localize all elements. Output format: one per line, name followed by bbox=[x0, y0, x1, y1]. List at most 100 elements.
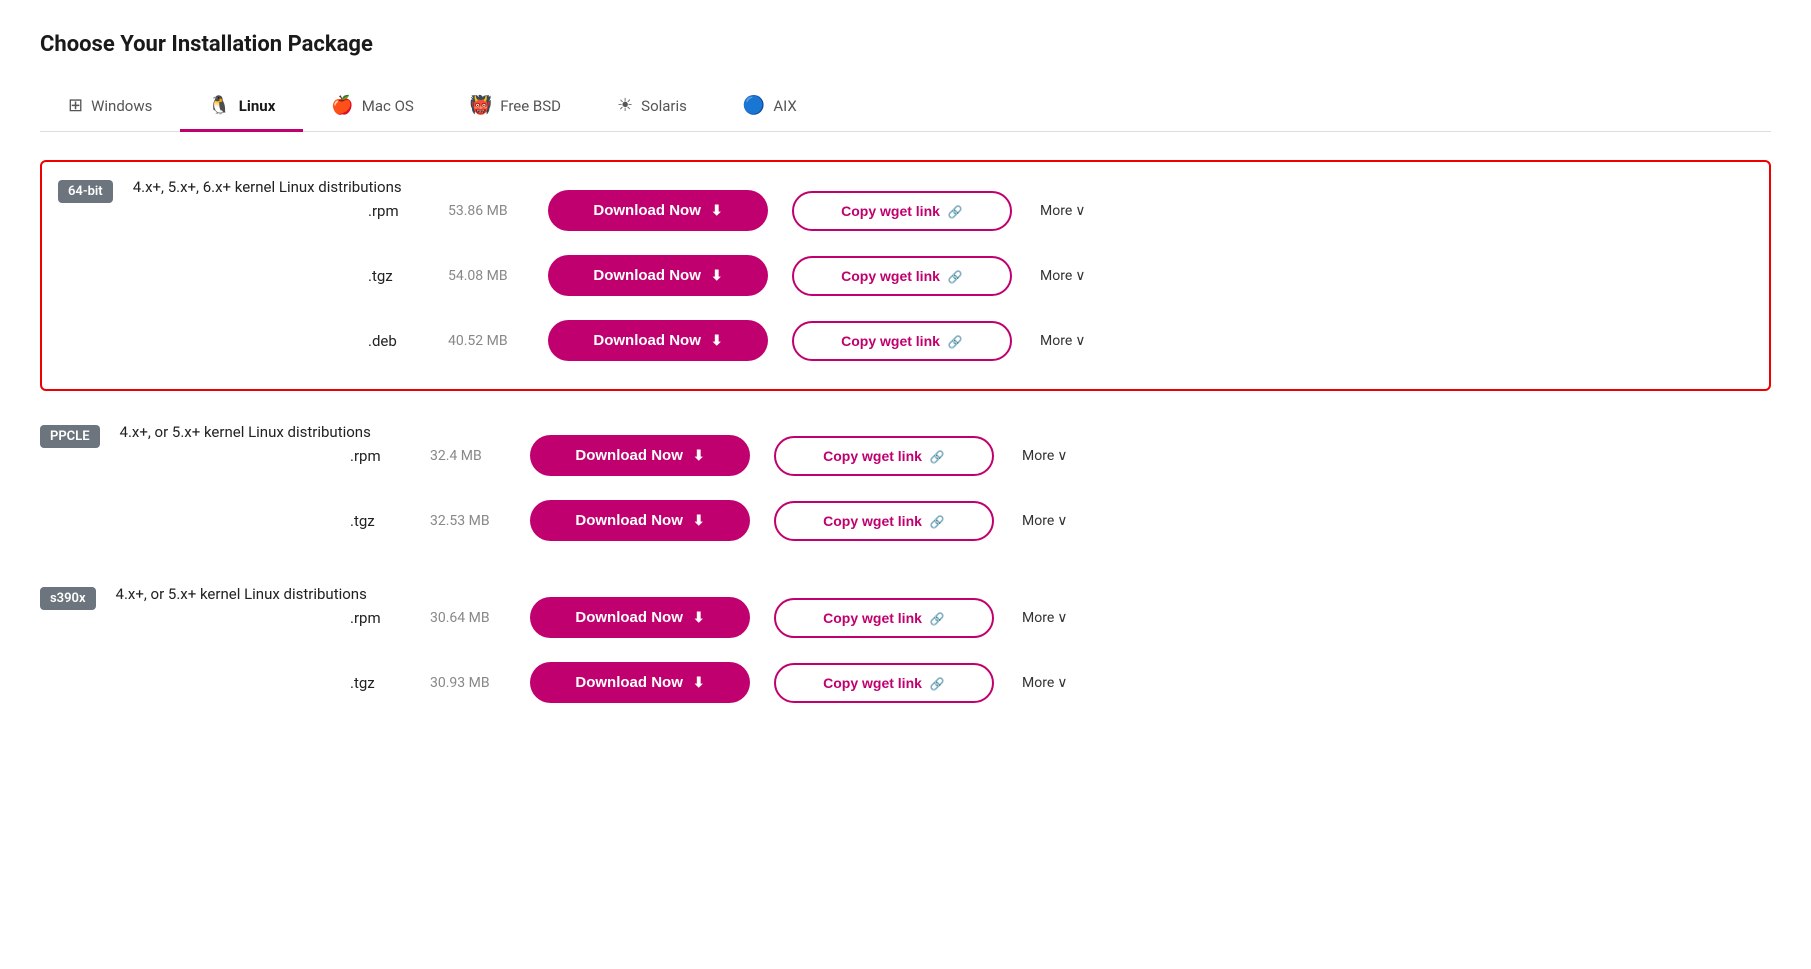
more-label: More bbox=[1022, 610, 1054, 626]
link-icon bbox=[948, 333, 963, 349]
arch-badge-ppcle: PPCLE bbox=[40, 425, 100, 448]
freebsd-icon: 👹 bbox=[470, 97, 492, 115]
package-size: 32.4 MB bbox=[430, 448, 530, 464]
more-link[interactable]: More ∨ bbox=[1040, 268, 1086, 284]
table-row: .tgz32.53 MBDownload NowCopy wget linkMo… bbox=[350, 488, 1068, 553]
table-row: .rpm30.64 MBDownload NowCopy wget linkMo… bbox=[350, 585, 1068, 650]
download-now-button[interactable]: Download Now bbox=[530, 435, 750, 476]
more-label: More bbox=[1022, 448, 1054, 464]
wget-label: Copy wget link bbox=[841, 268, 940, 284]
chevron-down-icon: ∨ bbox=[1075, 333, 1085, 349]
tab-freebsd[interactable]: 👹 Free BSD bbox=[442, 85, 589, 132]
more-label: More bbox=[1040, 203, 1072, 219]
more-link[interactable]: More ∨ bbox=[1022, 675, 1068, 691]
tab-label-freebsd: Free BSD bbox=[500, 97, 561, 115]
section-ppcle: PPCLE 4.x+, or 5.x+ kernel Linux distribu… bbox=[40, 423, 1771, 553]
copy-wget-button[interactable]: Copy wget link bbox=[792, 321, 1012, 361]
download-now-button[interactable]: Download Now bbox=[548, 320, 768, 361]
tab-label-aix: AIX bbox=[773, 97, 796, 115]
section-desc-s390x: 4.x+, or 5.x+ kernel Linux distributions bbox=[116, 585, 367, 603]
download-label: Download Now bbox=[593, 332, 701, 349]
download-now-button[interactable]: Download Now bbox=[530, 597, 750, 638]
link-icon bbox=[948, 268, 963, 284]
copy-wget-button[interactable]: Copy wget link bbox=[774, 598, 994, 638]
wget-label: Copy wget link bbox=[823, 610, 922, 626]
link-icon bbox=[930, 448, 945, 464]
chevron-down-icon: ∨ bbox=[1057, 513, 1067, 529]
download-icon bbox=[711, 267, 723, 284]
solaris-icon: ☀ bbox=[617, 97, 633, 115]
wget-label: Copy wget link bbox=[841, 203, 940, 219]
tab-solaris[interactable]: ☀ Solaris bbox=[589, 85, 715, 132]
tab-windows[interactable]: ⊞Windows bbox=[40, 85, 180, 132]
download-label: Download Now bbox=[593, 267, 701, 284]
table-row: .tgz54.08 MBDownload NowCopy wget linkMo… bbox=[368, 243, 1086, 308]
section-s390x: s390x4.x+, or 5.x+ kernel Linux distribu… bbox=[40, 585, 1771, 715]
chevron-down-icon: ∨ bbox=[1057, 610, 1067, 626]
wget-label: Copy wget link bbox=[823, 513, 922, 529]
package-ext: .tgz bbox=[350, 674, 430, 692]
copy-wget-button[interactable]: Copy wget link bbox=[774, 501, 994, 541]
os-tabs: ⊞Windows🐧Linux 🍎 Mac OS 👹 Free BSD ☀ Solaris 🔵 A… bbox=[40, 85, 1771, 132]
package-size: 32.53 MB bbox=[430, 513, 530, 529]
tab-label-linux: Linux bbox=[239, 97, 276, 115]
link-icon bbox=[930, 513, 945, 529]
download-now-button[interactable]: Download Now bbox=[548, 190, 768, 231]
download-icon bbox=[693, 609, 705, 626]
tab-label-solaris: Solaris bbox=[641, 97, 687, 115]
table-row: .deb40.52 MBDownload NowCopy wget linkMo… bbox=[368, 308, 1086, 373]
section-desc-ppcle: 4.x+, or 5.x+ kernel Linux distributions bbox=[120, 423, 371, 441]
more-link[interactable]: More ∨ bbox=[1022, 610, 1068, 626]
download-icon bbox=[693, 447, 705, 464]
chevron-down-icon: ∨ bbox=[1075, 203, 1085, 219]
package-ext: .deb bbox=[368, 332, 448, 350]
more-link[interactable]: More ∨ bbox=[1040, 203, 1086, 219]
more-label: More bbox=[1040, 333, 1072, 349]
download-label: Download Now bbox=[575, 447, 683, 464]
more-label: More bbox=[1022, 675, 1054, 691]
copy-wget-button[interactable]: Copy wget link bbox=[774, 436, 994, 476]
wget-label: Copy wget link bbox=[841, 333, 940, 349]
download-icon bbox=[711, 202, 723, 219]
download-now-button[interactable]: Download Now bbox=[530, 500, 750, 541]
chevron-down-icon: ∨ bbox=[1057, 675, 1067, 691]
tab-macos[interactable]: 🍎 Mac OS bbox=[303, 85, 441, 132]
section-64bit: 64-bit 4.x+, 5.x+, 6.x+ kernel Linux dist… bbox=[40, 160, 1771, 391]
macos-icon: 🍎 bbox=[331, 97, 353, 115]
package-size: 53.86 MB bbox=[448, 203, 548, 219]
link-icon bbox=[948, 203, 963, 219]
package-ext: .rpm bbox=[350, 609, 430, 627]
more-link[interactable]: More ∨ bbox=[1022, 513, 1068, 529]
link-icon bbox=[930, 610, 945, 626]
more-label: More bbox=[1040, 268, 1072, 284]
chevron-down-icon: ∨ bbox=[1075, 268, 1085, 284]
download-now-button[interactable]: Download Now bbox=[548, 255, 768, 296]
more-link[interactable]: More ∨ bbox=[1040, 333, 1086, 349]
table-row: .rpm53.86 MB Download Now Copy wget link Mo… bbox=[368, 178, 1086, 243]
package-ext: .rpm bbox=[368, 202, 448, 220]
table-row: .rpm32.4 MBDownload NowCopy wget linkMor… bbox=[350, 423, 1068, 488]
aix-icon: 🔵 bbox=[743, 97, 765, 115]
more-link[interactable]: More ∨ bbox=[1022, 448, 1068, 464]
tab-label-macos: Mac OS bbox=[362, 97, 414, 115]
copy-wget-button[interactable]: Copy wget link bbox=[774, 663, 994, 703]
package-size: 54.08 MB bbox=[448, 268, 548, 284]
wget-label: Copy wget link bbox=[823, 675, 922, 691]
table-row: .tgz30.93 MB Download Now Copy wget link Mo… bbox=[350, 650, 1068, 715]
section-header: 64-bit 4.x+, 5.x+, 6.x+ kernel Linux dist… bbox=[58, 178, 1753, 373]
tab-linux[interactable]: 🐧Linux bbox=[180, 85, 303, 132]
copy-wget-button[interactable]: Copy wget link bbox=[792, 256, 1012, 296]
download-label: Download Now bbox=[575, 674, 683, 691]
copy-wget-button[interactable]: Copy wget link bbox=[792, 191, 1012, 231]
package-size: 30.93 MB bbox=[430, 675, 530, 691]
tab-label-windows: Windows bbox=[91, 97, 152, 115]
download-now-button[interactable]: Download Now bbox=[530, 662, 750, 703]
download-label: Download Now bbox=[593, 202, 701, 219]
download-label: Download Now bbox=[575, 512, 683, 529]
download-icon bbox=[711, 332, 723, 349]
arch-badge-64bit: 64-bit bbox=[58, 180, 113, 203]
tab-aix[interactable]: 🔵 AIX bbox=[715, 85, 825, 132]
download-label: Download Now bbox=[575, 609, 683, 626]
link-icon bbox=[930, 675, 945, 691]
section-desc-64bit: 4.x+, 5.x+, 6.x+ kernel Linux distributi… bbox=[133, 178, 402, 196]
